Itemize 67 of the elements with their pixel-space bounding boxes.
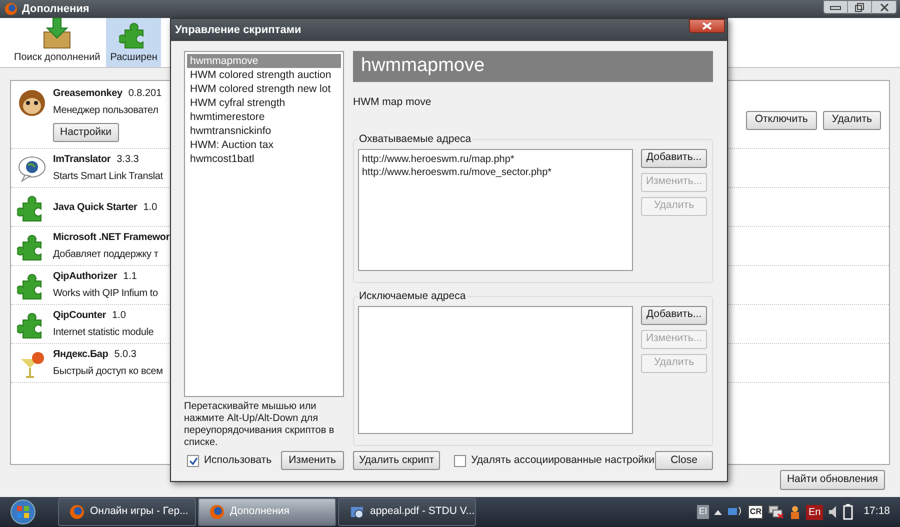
edit-button[interactable]: Изменить <box>280 451 344 470</box>
taskbar-item[interactable]: Онлайн игры - Гер... <box>58 498 196 526</box>
addon-version: 1.0 <box>143 200 158 214</box>
toolbar-tab[interactable]: Поиск дополнений <box>10 18 104 67</box>
script-item[interactable]: HWM: Auction tax <box>187 138 341 152</box>
addon-name: Greasemonkey <box>53 87 122 101</box>
help-text: Перетаскивайте мышью или нажмите Alt-Up/Alt-Down для переупорядочивания скриптов в списке. <box>184 401 336 449</box>
delete-settings-checkbox[interactable]: Удалять ассоциированные настройки <box>454 452 655 468</box>
script-item[interactable]: HWM colored strength auction <box>187 68 341 82</box>
close-icon <box>880 3 888 12</box>
network-error-icon <box>768 505 784 519</box>
addon-description: Internet statistic module <box>53 326 154 340</box>
url-item[interactable]: http://www.heroeswm.ru/move_sector.php* <box>362 166 629 179</box>
script-item[interactable]: hwmtimerestore <box>187 110 341 124</box>
minimize-icon <box>830 6 841 10</box>
addon-description: Быстрый доступ ко всем <box>53 365 163 379</box>
close-dialog-button[interactable]: Close <box>655 451 713 470</box>
addon-version: 1.1 <box>123 270 137 284</box>
checkmark-icon <box>188 456 198 464</box>
addon-name: ImTranslator <box>53 153 111 167</box>
dialog-title: Управление скриптами <box>175 22 302 38</box>
maximize-icon <box>855 3 864 12</box>
action-button[interactable]: Отключить <box>746 110 817 130</box>
language-indicator[interactable]: En <box>806 504 823 520</box>
addon-description: Менеджер пользовател <box>53 104 158 118</box>
script-item[interactable]: HWM colored strength new lot <box>187 82 341 96</box>
close-icon <box>702 22 712 30</box>
addon-description: Starts Smart Link Translat <box>53 170 163 184</box>
document-viewer-icon <box>349 504 365 520</box>
find-updates-button[interactable]: Найти обновления <box>780 470 885 490</box>
settings-button[interactable]: Настройки <box>53 123 118 142</box>
script-description: HWM map move <box>353 95 432 110</box>
globe-speech-icon <box>17 154 47 184</box>
battery-icon <box>842 504 853 520</box>
addon-name: QipAuthorizer <box>53 270 118 284</box>
url-action-button[interactable]: Добавить... <box>641 148 707 168</box>
monkey-icon <box>17 88 47 118</box>
addon-name: Java Quick Starter <box>53 200 138 214</box>
tray-app-icon[interactable]: CR <box>748 505 764 519</box>
action-button[interactable]: Удалить <box>822 110 881 130</box>
use-checkbox[interactable]: Использовать <box>187 452 272 468</box>
addon-version: 5.0.3 <box>114 348 136 362</box>
clock[interactable]: 17:18 <box>864 504 890 520</box>
script-item[interactable]: HWM cyfral strength <box>187 96 341 110</box>
delete-script-button[interactable]: Удалить скрипт <box>353 451 440 470</box>
addon-version: 3.3.3 <box>116 153 139 167</box>
script-item[interactable]: hwmtransnickinfo <box>187 124 341 138</box>
person-icon <box>789 505 802 519</box>
group-legend: Исключаемые адреса <box>358 288 467 304</box>
addon-name: QipCounter <box>53 309 106 323</box>
group-legend: Охватываемые адреса <box>358 132 472 148</box>
url-item[interactable]: http://www.heroeswm.ru/map.php* <box>362 152 629 166</box>
addon-version: 1.0 <box>112 309 126 323</box>
taskbar-item[interactable]: appeal.pdf - STDU V... <box>338 498 476 526</box>
addon-description: Добавляет поддержку т <box>53 248 158 262</box>
addon-version: 0.8.201 <box>128 87 162 101</box>
toolbar-tab[interactable]: Расширен <box>106 18 162 67</box>
window-title: Дополнения <box>22 2 90 17</box>
addon-name: Microsoft .NET Framewor <box>53 231 170 245</box>
volume-icon <box>828 505 838 519</box>
show-hidden-icons-icon <box>714 509 722 515</box>
url-action-button[interactable]: Добавить... <box>641 306 707 325</box>
script-item[interactable]: hwmcost1batl <box>187 152 341 166</box>
addon-name: Яндекс.Бар <box>53 348 108 362</box>
script-header: hwmmapmove <box>353 51 713 82</box>
addon-description: Works with QIP Infium to <box>53 287 158 301</box>
close-button[interactable] <box>689 19 725 33</box>
